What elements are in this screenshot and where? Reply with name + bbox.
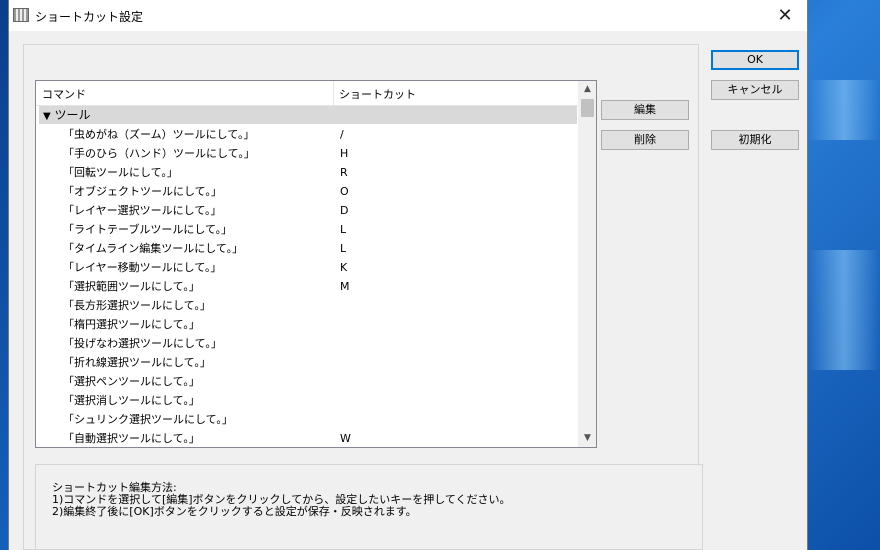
close-icon[interactable]: ✕ [763, 0, 807, 31]
ok-button[interactable]: OK [711, 50, 799, 70]
reset-button[interactable]: 初期化 [711, 130, 799, 150]
list-item[interactable]: 「虫めがね（ズーム）ツールにして。」 / [36, 125, 576, 144]
shortcut-cell: R [340, 166, 348, 179]
list-item[interactable]: 「シュリンク選択ツールにして。」 [36, 410, 576, 429]
shortcut-cell: D [340, 204, 349, 217]
command-cell: 「長方形選択ツールにして。」 [63, 299, 211, 312]
list-item[interactable]: 「レイヤー移動ツールにして。」 K [36, 258, 576, 277]
list-item[interactable]: 「折れ線選択ツールにして。」 [36, 353, 576, 372]
list-item[interactable]: 「回転ツールにして。」 R [36, 163, 576, 182]
delete-button[interactable]: 削除 [601, 130, 689, 150]
window-title: ショートカット設定 [35, 10, 144, 24]
command-cell: 「手のひら（ハンド）ツールにして。」 [63, 147, 255, 160]
list-item[interactable]: 「長方形選択ツールにして。」 [36, 296, 576, 315]
scrollbar-thumb[interactable] [581, 99, 594, 117]
command-cell: 「折れ線選択ツールにして。」 [63, 356, 211, 369]
collapse-arrow-icon[interactable]: ▼ [43, 111, 51, 122]
list-item[interactable]: 「オブジェクトツールにして。」 O [36, 182, 576, 201]
command-cell: 「選択範囲ツールにして。」 [63, 280, 200, 293]
command-cell: 「楕円選択ツールにして。」 [63, 318, 200, 331]
app-icon [13, 8, 29, 22]
group-row-tools[interactable]: ▼ ツール [39, 106, 577, 124]
group-label: ツール [54, 108, 91, 122]
list-item[interactable]: 「選択ペンツールにして。」 [36, 372, 576, 391]
list-item[interactable]: 「楕円選択ツールにして。」 [36, 315, 576, 334]
column-header-shortcut[interactable]: ショートカット [339, 86, 416, 102]
desktop-background-streak [808, 250, 880, 370]
list-item[interactable]: 「ライトテーブルツールにして。」 L [36, 220, 576, 239]
command-cell: 「オブジェクトツールにして。」 [63, 185, 222, 198]
list-item[interactable]: 「レイヤー選択ツールにして。」 D [36, 201, 576, 220]
list-item[interactable]: 「タイムライン編集ツールにして。」 L [36, 239, 576, 258]
shortcut-cell: L [340, 223, 347, 236]
list-header: コマンド ショートカット [36, 81, 578, 106]
vertical-scrollbar[interactable]: ▲ ▼ [578, 81, 596, 447]
list-item[interactable]: 「手のひら（ハンド）ツールにして。」 H [36, 144, 576, 163]
command-cell: 「レイヤー移動ツールにして。」 [63, 261, 222, 274]
command-cell: 「タイムライン編集ツールにして。」 [63, 242, 244, 255]
shortcut-cell: M [340, 280, 350, 293]
command-cell: 「投げなわ選択ツールにして。」 [63, 337, 222, 350]
shortcut-cell: K [340, 261, 348, 274]
shortcut-list[interactable]: コマンド ショートカット ▼ ツール 「虫めがね（ズーム）ツールにして。」 / 「手… [35, 80, 597, 448]
scroll-down-icon[interactable]: ▼ [579, 430, 596, 447]
command-cell: 「虫めがね（ズーム）ツールにして。」 [63, 128, 255, 141]
command-cell: 「シュリンク選択ツールにして。」 [63, 413, 233, 426]
command-cell: 「自動選択ツールにして。」 [63, 432, 200, 445]
shortcut-cell: O [340, 185, 349, 198]
help-step-2: 2)編集終了後に[OK]ボタンをクリックすると設定が保存・反映されます。 [52, 505, 417, 518]
shortcut-cell: W [340, 432, 351, 445]
column-header-command[interactable]: コマンド [42, 86, 86, 102]
desktop-background-streak [808, 80, 880, 140]
command-cell: 「回転ツールにして。」 [63, 166, 178, 179]
shortcut-cell: H [340, 147, 349, 160]
shortcut-cell: L [340, 242, 347, 255]
list-item[interactable]: 「投げなわ選択ツールにして。」 [36, 334, 576, 353]
cancel-button[interactable]: キャンセル [711, 80, 799, 100]
command-cell: 「選択ペンツールにして。」 [63, 375, 200, 388]
list-item[interactable]: 「選択範囲ツールにして。」 M [36, 277, 576, 296]
list-item[interactable]: 「選択消しツールにして。」 [36, 391, 576, 410]
help-info-box: ショートカット編集方法: 1)コマンドを選択して[編集]ボタンをクリックしてから… [35, 464, 703, 550]
title-bar: ショートカット設定 ✕ [9, 0, 807, 31]
list-item[interactable]: 「自動選択ツールにして。」 W [36, 429, 576, 447]
command-cell: 「レイヤー選択ツールにして。」 [63, 204, 222, 217]
shortcut-cell: / [340, 128, 344, 141]
edit-button[interactable]: 編集 [601, 100, 689, 120]
scroll-up-icon[interactable]: ▲ [579, 81, 596, 98]
command-cell: 「選択消しツールにして。」 [63, 394, 200, 407]
column-divider[interactable] [333, 81, 334, 105]
command-cell: 「ライトテーブルツールにして。」 [63, 223, 233, 236]
shortcut-settings-dialog: ショートカット設定 ✕ コマンド ショートカット ▼ ツール 「虫めがね（ズーム… [8, 0, 808, 550]
